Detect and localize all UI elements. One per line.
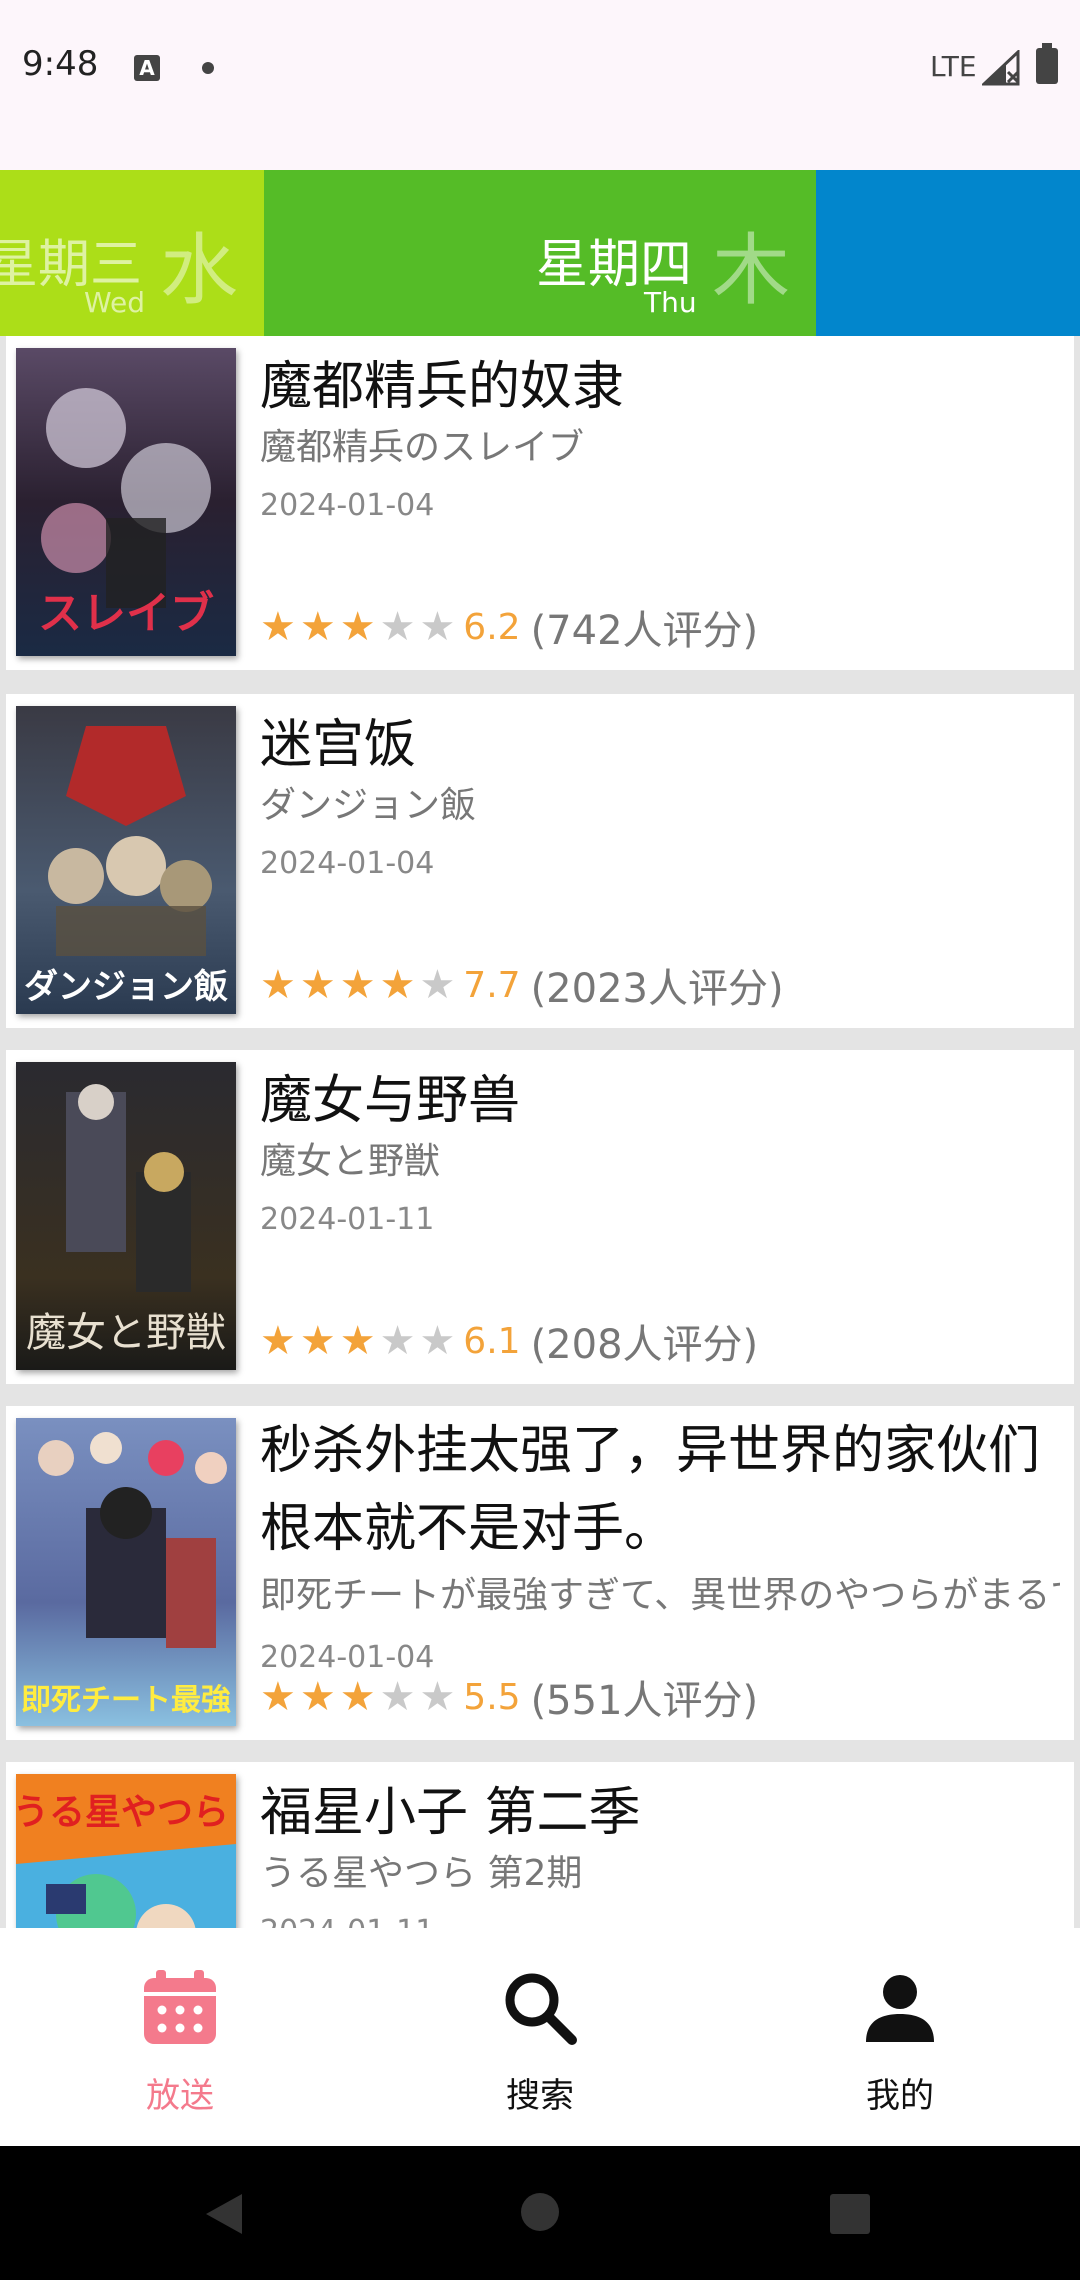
star-icon: ★ [260, 1674, 296, 1720]
star-icon: ★ [419, 1318, 456, 1364]
star-icon: ★ [419, 604, 456, 650]
rating-score: 5.5 [463, 1676, 521, 1718]
rating-count: (2023人评分) [530, 966, 784, 1012]
star-icon: ★ [419, 1674, 456, 1720]
anime-poster: ダンジョン飯 [16, 706, 236, 1014]
calendar-icon [144, 1970, 216, 2044]
rating: ★ ★ ★ ★ ★ 6.2 (742人评分) [260, 602, 758, 655]
notification-dot-icon [202, 62, 214, 74]
rating-count: (551人评分) [530, 1678, 759, 1724]
back-icon[interactable] [204, 2192, 244, 2236]
star-icon: ★ [339, 604, 376, 650]
recents-icon[interactable] [830, 2194, 870, 2234]
star-icon: ★ [260, 604, 296, 650]
svg-text:即死チート最強: 即死チート最強 [21, 1683, 231, 1718]
tab-thursday-en: Thu [644, 286, 697, 319]
anime-card[interactable]: うる星やつら 福星小子 第二季 うる星やつら 第2期 2024-01-11 [6, 1762, 1074, 1928]
star-icon: ★ [299, 962, 336, 1008]
star-icon: ★ [419, 962, 456, 1008]
svg-text:魔女と野獣: 魔女と野獣 [26, 1310, 226, 1356]
rating-count: (208人评分) [530, 1322, 759, 1368]
star-icon: ★ [260, 962, 296, 1008]
weekday-tab-bar: 星期三 水 Wed 星期四 木 Thu [0, 170, 1080, 336]
anime-air-date: 2024-01-04 [260, 1640, 435, 1675]
bottom-navigation: 放送 搜索 我的 [0, 1928, 1080, 2146]
star-icon: ★ [260, 1318, 296, 1364]
svg-text:ダンジョン飯: ダンジョン飯 [24, 967, 228, 1007]
anime-title: 魔女与野兽 [260, 1071, 521, 1131]
star-icon: ★ [299, 1318, 336, 1364]
network-type: LTE [930, 50, 977, 83]
rating-score: 7.7 [463, 964, 521, 1006]
nav-profile-label: 我的 [866, 2076, 934, 2116]
star-icon: ★ [299, 604, 336, 650]
home-icon[interactable] [520, 2192, 560, 2232]
anime-title: 魔都精兵的奴隶 [260, 357, 625, 417]
star-icon: ★ [339, 1674, 376, 1720]
anime-poster: 即死チート最強 [16, 1418, 236, 1726]
anime-air-date: 2024-01-04 [260, 846, 435, 881]
rating-score: 6.2 [463, 606, 521, 648]
tab-wednesday[interactable]: 星期三 水 Wed [0, 170, 264, 336]
star-icon: ★ [379, 1318, 416, 1364]
rating-score: 6.1 [463, 1320, 521, 1362]
rating: ★ ★ ★ ★ ★ 7.7 (2023人评分) [260, 960, 784, 1013]
anime-list: スレイブ 魔都精兵的奴隶 魔都精兵のスレイブ 2024-01-04 ★ ★ ★ … [0, 336, 1080, 1928]
rating-count: (742人评分) [530, 608, 759, 654]
person-icon [866, 1975, 934, 2042]
rating: ★ ★ ★ ★ ★ 5.5 (551人评分) [260, 1672, 758, 1725]
battery-icon [1036, 43, 1058, 84]
search-icon [505, 1973, 577, 2045]
star-icon: ★ [299, 1674, 336, 1720]
tab-friday[interactable] [816, 170, 1080, 336]
anime-poster: スレイブ [16, 348, 236, 656]
star-icon: ★ [379, 1674, 416, 1720]
status-bar: 9:48 A LTE [0, 0, 1080, 140]
anime-air-date: 2024-01-04 [260, 488, 435, 523]
star-icon: ★ [339, 962, 376, 1008]
status-time: 9:48 [22, 44, 99, 84]
nav-search[interactable]: 搜索 [360, 1928, 720, 2146]
keyboard-notification-icon: A [134, 55, 160, 81]
nav-search-label: 搜索 [506, 2076, 574, 2116]
anime-poster: 魔女と野獣 [16, 1062, 236, 1370]
anime-title: 秒杀外挂太强了，异世界的家伙们根本就不是对手。 [260, 1421, 1041, 1559]
anime-card[interactable]: 魔女と野獣 魔女与野兽 魔女と野獣 2024-01-11 ★ ★ ★ ★ ★ 6… [6, 1050, 1074, 1384]
anime-air-date: 2024-01-11 [260, 1914, 434, 1928]
nav-broadcast[interactable]: 放送 [0, 1928, 360, 2146]
anime-title: 迷宫饭 [260, 715, 417, 775]
rating: ★ ★ ★ ★ ★ 6.1 (208人评分) [260, 1316, 758, 1369]
anime-card[interactable]: ダンジョン飯 迷宫饭 ダンジョン飯 2024-01-04 ★ ★ ★ ★ ★ 7… [6, 694, 1074, 1028]
anime-subtitle: 魔都精兵のスレイブ [260, 427, 585, 468]
tab-thursday[interactable]: 星期四 木 Thu [264, 170, 816, 336]
anime-subtitle: うる星やつら 第2期 [260, 1853, 583, 1894]
anime-subtitle: 魔女と野獣 [260, 1141, 441, 1182]
anime-air-date: 2024-01-11 [260, 1202, 435, 1237]
tab-wednesday-kanji: 水 [160, 226, 239, 316]
anime-title: 福星小子 第二季 [260, 1783, 641, 1843]
star-icon: ★ [339, 1318, 376, 1364]
nav-broadcast-label: 放送 [146, 2076, 214, 2116]
tab-wednesday-en: Wed [84, 286, 146, 319]
svg-text:うる星やつら: うる星やつら [16, 1792, 229, 1833]
anime-subtitle: ダンジョン飯 [260, 785, 477, 826]
anime-card[interactable]: スレイブ 魔都精兵的奴隶 魔都精兵のスレイブ 2024-01-04 ★ ★ ★ … [6, 336, 1074, 670]
svg-text:スレイブ: スレイブ [38, 588, 214, 639]
tab-thursday-kanji: 木 [712, 226, 791, 316]
signal-icon [982, 50, 1020, 86]
anime-card[interactable]: 即死チート最強 秒杀外挂太强了，异世界的家伙们根本就不是对手。 即死チートが最強… [6, 1406, 1074, 1740]
star-icon: ★ [379, 604, 416, 650]
anime-poster: うる星やつら [16, 1774, 236, 1928]
star-icon: ★ [379, 962, 416, 1008]
anime-subtitle: 即死チートが最強すぎて、異世界のやつらがまるで相手にならないんですが。 [260, 1575, 1060, 1616]
nav-profile[interactable]: 我的 [720, 1928, 1080, 2146]
system-navigation-bar [0, 2146, 1080, 2280]
